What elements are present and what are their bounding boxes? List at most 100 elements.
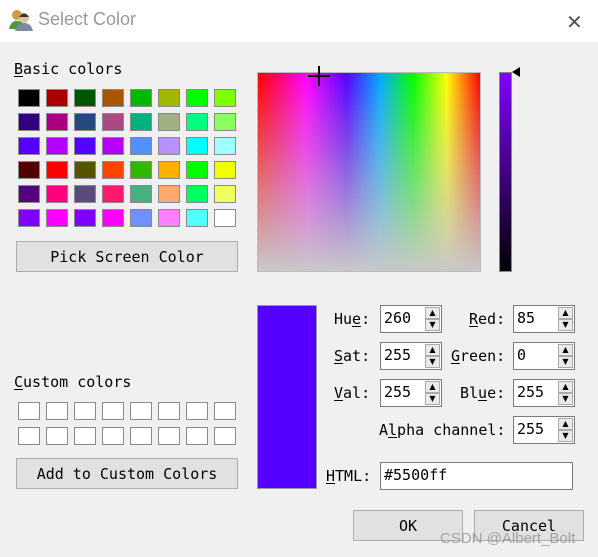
basic-color-swatch[interactable] xyxy=(130,113,152,131)
basic-color-swatch[interactable] xyxy=(130,209,152,227)
val-spinbox[interactable]: 255 ▲ ▼ xyxy=(380,379,442,407)
spin-up-icon[interactable]: ▲ xyxy=(558,307,573,319)
custom-color-swatch[interactable] xyxy=(158,427,180,445)
basic-color-swatch[interactable] xyxy=(214,161,236,179)
spin-up-icon[interactable]: ▲ xyxy=(425,381,440,393)
custom-color-swatch[interactable] xyxy=(74,427,96,445)
spin-up-icon[interactable]: ▲ xyxy=(425,307,440,319)
green-spinbox[interactable]: 0 ▲ ▼ xyxy=(513,342,575,370)
basic-color-swatch[interactable] xyxy=(74,161,96,179)
alpha-spinbox[interactable]: 255 ▲ ▼ xyxy=(513,416,575,444)
basic-color-swatch[interactable] xyxy=(74,137,96,155)
custom-color-swatch[interactable] xyxy=(158,402,180,420)
basic-color-swatch[interactable] xyxy=(214,89,236,107)
basic-color-swatch[interactable] xyxy=(186,113,208,131)
basic-color-swatch[interactable] xyxy=(18,89,40,107)
spin-up-icon[interactable]: ▲ xyxy=(558,344,573,356)
basic-color-swatch[interactable] xyxy=(102,209,124,227)
basic-color-swatch[interactable] xyxy=(102,137,124,155)
slider-arrow-icon[interactable] xyxy=(512,67,520,77)
basic-color-swatch[interactable] xyxy=(102,89,124,107)
sat-spinbox[interactable]: 255 ▲ ▼ xyxy=(380,342,442,370)
custom-color-swatch[interactable] xyxy=(130,402,152,420)
basic-color-swatch[interactable] xyxy=(214,113,236,131)
basic-color-swatch[interactable] xyxy=(214,209,236,227)
html-input[interactable]: #5500ff xyxy=(380,462,573,490)
spin-down-icon[interactable]: ▼ xyxy=(558,430,573,442)
html-label: HTML: xyxy=(326,467,372,485)
basic-color-swatch[interactable] xyxy=(46,209,68,227)
custom-color-swatch[interactable] xyxy=(46,427,68,445)
basic-color-swatch[interactable] xyxy=(46,89,68,107)
custom-color-swatch[interactable] xyxy=(18,427,40,445)
basic-color-swatch[interactable] xyxy=(102,185,124,203)
basic-color-swatch[interactable] xyxy=(74,185,96,203)
basic-color-swatch[interactable] xyxy=(214,185,236,203)
custom-color-swatch[interactable] xyxy=(46,402,68,420)
basic-color-swatch[interactable] xyxy=(102,113,124,131)
button-label: Add to Custom Colors xyxy=(36,464,218,483)
pick-screen-color-button[interactable]: Pick Screen Color xyxy=(16,241,238,272)
val-label: Val: xyxy=(334,384,371,402)
basic-color-swatch[interactable] xyxy=(18,137,40,155)
users-icon xyxy=(9,10,33,31)
basic-color-swatch[interactable] xyxy=(186,209,208,227)
hue-value: 260 xyxy=(384,309,412,327)
red-label: Red: xyxy=(469,310,506,328)
hue-spinbox[interactable]: 260 ▲ ▼ xyxy=(380,305,442,333)
basic-color-swatch[interactable] xyxy=(158,161,180,179)
close-icon[interactable]: ✕ xyxy=(566,10,583,34)
blue-spinbox[interactable]: 255 ▲ ▼ xyxy=(513,379,575,407)
custom-color-swatch[interactable] xyxy=(186,427,208,445)
basic-color-swatch[interactable] xyxy=(18,161,40,179)
custom-color-swatch[interactable] xyxy=(74,402,96,420)
basic-color-swatch[interactable] xyxy=(18,113,40,131)
basic-color-swatch[interactable] xyxy=(46,185,68,203)
basic-color-swatch[interactable] xyxy=(158,89,180,107)
sat-value: 255 xyxy=(384,346,412,364)
basic-color-swatch[interactable] xyxy=(46,113,68,131)
basic-color-swatch[interactable] xyxy=(74,113,96,131)
spin-up-icon[interactable]: ▲ xyxy=(425,344,440,356)
basic-color-swatch[interactable] xyxy=(74,209,96,227)
basic-color-swatch[interactable] xyxy=(130,161,152,179)
hue-saturation-picker[interactable] xyxy=(257,66,481,272)
spin-down-icon[interactable]: ▼ xyxy=(425,319,440,331)
spin-up-icon[interactable]: ▲ xyxy=(558,418,573,430)
spin-down-icon[interactable]: ▼ xyxy=(558,319,573,331)
basic-color-swatch[interactable] xyxy=(18,185,40,203)
basic-color-swatch[interactable] xyxy=(186,161,208,179)
custom-color-swatch[interactable] xyxy=(130,427,152,445)
spin-down-icon[interactable]: ▼ xyxy=(425,356,440,368)
basic-color-swatch[interactable] xyxy=(130,185,152,203)
basic-color-swatch[interactable] xyxy=(46,161,68,179)
basic-color-swatch[interactable] xyxy=(18,209,40,227)
custom-color-swatch[interactable] xyxy=(18,402,40,420)
spin-down-icon[interactable]: ▼ xyxy=(558,393,573,405)
basic-color-swatch[interactable] xyxy=(214,137,236,155)
spin-up-icon[interactable]: ▲ xyxy=(558,381,573,393)
button-label: OK xyxy=(398,516,418,535)
basic-color-swatch[interactable] xyxy=(186,89,208,107)
basic-color-swatch[interactable] xyxy=(46,137,68,155)
custom-color-swatch[interactable] xyxy=(102,402,124,420)
basic-color-swatch[interactable] xyxy=(102,161,124,179)
basic-color-swatch[interactable] xyxy=(158,185,180,203)
basic-color-swatch[interactable] xyxy=(74,89,96,107)
value-slider[interactable] xyxy=(499,72,512,272)
basic-color-swatch[interactable] xyxy=(130,137,152,155)
red-spinbox[interactable]: 85 ▲ ▼ xyxy=(513,305,575,333)
custom-color-swatch[interactable] xyxy=(186,402,208,420)
spin-down-icon[interactable]: ▼ xyxy=(558,356,573,368)
spin-down-icon[interactable]: ▼ xyxy=(425,393,440,405)
basic-color-swatch[interactable] xyxy=(158,209,180,227)
custom-color-swatch[interactable] xyxy=(102,427,124,445)
basic-color-swatch[interactable] xyxy=(158,137,180,155)
custom-color-swatch[interactable] xyxy=(214,427,236,445)
custom-color-swatch[interactable] xyxy=(214,402,236,420)
add-to-custom-colors-button[interactable]: Add to Custom Colors xyxy=(16,458,238,489)
basic-color-swatch[interactable] xyxy=(186,185,208,203)
basic-color-swatch[interactable] xyxy=(130,89,152,107)
basic-color-swatch[interactable] xyxy=(158,113,180,131)
basic-color-swatch[interactable] xyxy=(186,137,208,155)
